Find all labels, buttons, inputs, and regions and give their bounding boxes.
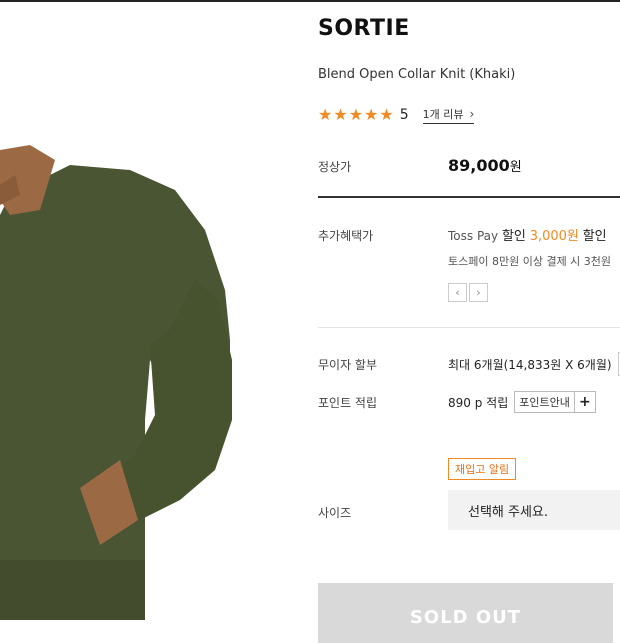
points-row: 890 p 적립 포인트안내 + [448, 391, 596, 413]
pager-prev-button[interactable]: ‹ [448, 283, 467, 302]
restock-alert-button[interactable]: 재입고 알림 [448, 458, 517, 480]
toss-provider: Toss Pay [448, 229, 499, 243]
product-name: Blend Open Collar Knit (Khaki) [318, 67, 516, 82]
price-amount: 89,000 [448, 156, 510, 175]
points-value: 890 p 적립 [448, 395, 509, 410]
star-icon: ★ [348, 105, 364, 124]
points-guide-button[interactable]: 포인트안내 [514, 391, 575, 413]
discount-suffix: 할인 [582, 229, 607, 244]
benefit-label: 추가혜택가 [318, 229, 374, 243]
star-icon: ★ [379, 105, 394, 124]
rating-row: ★ ★ ★ ★ ★ 5 1개 리뷰 › [318, 104, 475, 126]
benefit-pager: ‹ › [448, 283, 488, 302]
brand-name[interactable]: SORTIE [318, 16, 410, 41]
benefit-divider [318, 327, 620, 328]
pager-next-button[interactable]: › [469, 283, 488, 302]
price-value: 89,000원 [448, 156, 522, 175]
installment-value: 최대 6개월(14,833원 X 6개월) [448, 358, 612, 372]
points-plus-button[interactable]: + [573, 391, 596, 413]
price-divider [318, 196, 620, 198]
chevron-right-icon: › [469, 107, 475, 121]
star-rating: ★ ★ ★ ★ ★ [318, 107, 394, 123]
product-info-panel: SORTIE Blend Open Collar Knit (Khaki) ★ … [318, 0, 620, 643]
product-image [0, 0, 300, 620]
star-icon: ★ [333, 105, 348, 124]
star-icon: ★ [364, 105, 379, 124]
toss-note: 토스페이 8만원 이상 결제 시 3천원 [448, 255, 612, 268]
installment-label: 무이자 할부 [318, 358, 378, 372]
price-unit: 원 [509, 160, 522, 175]
discount-amount: 3,000원 [529, 229, 579, 244]
toss-discount: Toss Pay 할인 3,000원 할인 [448, 225, 607, 244]
review-link[interactable]: 1개 리뷰 › [422, 106, 475, 124]
size-label: 사이즈 [318, 506, 352, 520]
sold-out-button[interactable]: SOLD OUT [318, 583, 613, 643]
review-link-label: 1개 리뷰 [422, 108, 464, 121]
rating-value: 5 [399, 107, 409, 123]
discount-prefix: 할인 [501, 229, 526, 244]
price-label: 정상가 [318, 160, 352, 174]
star-icon: ★ [318, 105, 333, 124]
size-select[interactable]: 선택해 주세요. [448, 490, 620, 530]
points-label: 포인트 적립 [318, 396, 378, 410]
